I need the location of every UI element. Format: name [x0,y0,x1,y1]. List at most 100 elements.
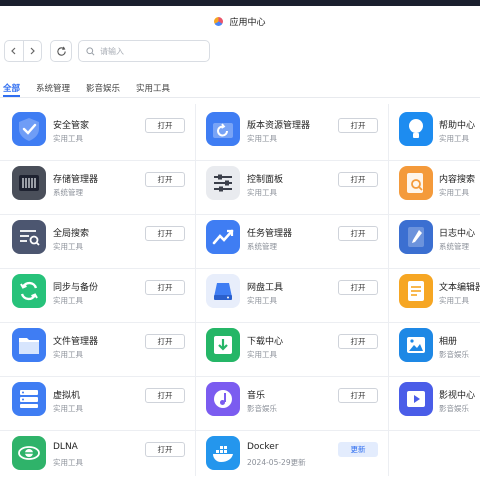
app-category: 实用工具 [53,242,83,251]
app-card[interactable]: 控制面板 实用工具 打开 [204,158,388,212]
app-category: 实用工具 [53,296,83,305]
app-name: 音乐 [247,391,266,401]
sync-icon [12,274,46,308]
app-card[interactable]: Docker 2024-05-29更新 更新 [204,428,388,480]
music-icon [206,382,240,416]
chevron-left-icon [10,47,16,55]
app-name: 日志中心 [439,229,476,239]
app-category: 实用工具 [247,134,277,143]
nav-buttons [4,40,42,62]
app-category: 影音娱乐 [439,350,469,359]
app-card[interactable]: 存储管理器 系统管理 打开 [10,158,195,212]
folder-icon [12,328,46,362]
app-name: 版本资源管理器 [247,121,311,131]
open-button[interactable]: 打开 [145,280,185,295]
toolbar [0,40,480,66]
app-name: 内容搜索 [439,175,476,185]
search-input[interactable] [100,46,200,56]
app-category: 系统管理 [439,242,469,251]
app-card[interactable]: 安全管家实用工具 打开 [10,104,195,158]
folder-restore-icon [206,112,240,146]
open-button[interactable]: 打开 [145,334,185,349]
search-box[interactable] [78,40,210,62]
app-category: 影音娱乐 [439,404,469,413]
open-button[interactable]: 打开 [145,118,185,133]
app-card[interactable]: 下载中心实用工具 打开 [204,320,388,374]
chevron-right-icon [30,47,36,55]
trend-chart-icon [206,220,240,254]
update-button[interactable]: 更新 [338,442,378,457]
refresh-icon [56,46,66,56]
cloud-drive-icon [206,274,240,308]
app-card[interactable]: 内容搜索 实用工具 [397,158,480,212]
app-name: 文件管理器 [53,337,99,347]
app-category: 实用工具 [53,134,83,143]
app-category: 实用工具 [53,404,83,413]
app-name: 虚拟机 [53,391,81,401]
app-card[interactable]: 相册 影音娱乐 [397,320,480,374]
app-name: DLNA [53,442,78,452]
log-book-icon [399,220,433,254]
photo-icon [399,328,433,362]
app-card[interactable]: DLNA 实用工具 打开 [10,428,195,480]
app-card[interactable]: 版本资源管理器 实用工具 打开 [204,104,388,158]
open-button[interactable]: 打开 [338,118,378,133]
app-category: 系统管理 [247,242,277,251]
open-button[interactable]: 打开 [145,388,185,403]
shield-check-icon [12,112,46,146]
open-button[interactable]: 打开 [338,172,378,187]
app-card[interactable]: 网盘工具 实用工具 打开 [204,266,388,320]
app-card[interactable]: 文本编辑器 实用工具 [397,266,480,320]
open-button[interactable]: 打开 [338,280,378,295]
open-button[interactable]: 打开 [145,442,185,457]
video-play-icon [399,382,433,416]
app-category: 实用工具 [53,458,83,467]
refresh-button[interactable] [50,40,72,62]
tabs-divider [0,97,480,98]
app-category: 影音娱乐 [247,404,277,413]
app-name: 相册 [439,337,458,347]
app-card[interactable]: 全局搜索实用工具 打开 [10,212,195,266]
open-button[interactable]: 打开 [338,388,378,403]
window-title: 应用中心 [229,17,266,28]
app-name: 网盘工具 [247,283,284,293]
download-icon [206,328,240,362]
docker-whale-icon [206,436,240,470]
app-name: 影视中心 [439,391,476,401]
forward-button[interactable] [24,41,42,61]
sliders-icon [206,166,240,200]
open-button[interactable]: 打开 [145,226,185,241]
open-button[interactable]: 打开 [338,226,378,241]
app-name: 任务管理器 [247,229,293,239]
app-category: 实用工具 [439,296,469,305]
app-name: 帮助中心 [439,121,476,131]
app-card[interactable]: 虚拟机实用工具 打开 [10,374,195,428]
app-card[interactable]: 日志中心 系统管理 [397,212,480,266]
app-name: 全局搜索 [53,229,90,239]
disk-array-icon [12,166,46,200]
app-category: 实用工具 [439,134,469,143]
app-name: 文本编辑器 [439,283,480,293]
dlna-icon [12,436,46,470]
app-category: 系统管理 [53,188,83,197]
global-search-icon [12,220,46,254]
app-card[interactable]: 文件管理器实用工具 打开 [10,320,195,374]
app-card[interactable]: 音乐影音娱乐 打开 [204,374,388,428]
app-card[interactable]: 帮助中心 实用工具 [397,104,480,158]
open-button[interactable]: 打开 [338,334,378,349]
lightbulb-icon [399,112,433,146]
app-card[interactable]: 影视中心 影音娱乐 [397,374,480,428]
server-icon [12,382,46,416]
app-card[interactable]: 任务管理器系统管理 打开 [204,212,388,266]
app-card[interactable]: 同步与备份 实用工具 打开 [10,266,195,320]
app-category: 实用工具 [247,350,277,359]
app-name: Docker [247,442,279,452]
back-button[interactable] [5,41,24,61]
app-category: 实用工具 [439,188,469,197]
app-category: 2024-05-29更新 [247,458,306,467]
open-button[interactable]: 打开 [145,172,185,187]
app-name: 下载中心 [247,337,284,347]
app-category: 实用工具 [53,350,83,359]
search-icon [86,46,95,55]
app-name: 安全管家 [53,121,90,131]
